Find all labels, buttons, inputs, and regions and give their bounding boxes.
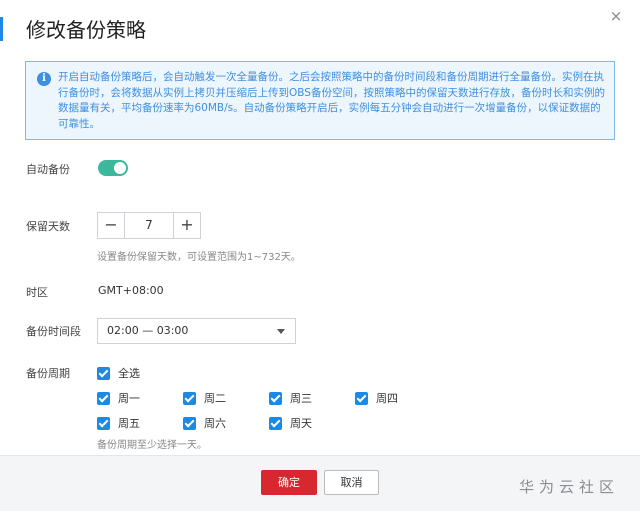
confirm-button[interactable]: 确定 [261, 470, 317, 495]
checkbox-tuesday[interactable]: 周二 [183, 390, 226, 406]
checkbox-select-all[interactable]: 全选 [97, 365, 140, 381]
checkbox-label: 周六 [204, 417, 226, 430]
increment-button[interactable]: + [173, 213, 200, 238]
checkbox-label: 周一 [118, 392, 140, 405]
auto-backup-toggle[interactable] [98, 160, 128, 176]
checkbox-friday[interactable]: 周五 [97, 415, 140, 431]
dialog-title: 修改备份策略 [26, 18, 146, 42]
checkbox-label: 全选 [118, 367, 140, 380]
timezone-value: GMT+08:00 [98, 284, 164, 297]
checkbox-label: 周二 [204, 392, 226, 405]
dialog-header: 修改备份策略 × [0, 0, 640, 56]
checkbox-label: 周三 [290, 392, 312, 405]
period-label: 备份周期 [26, 367, 70, 380]
toggle-knob [114, 162, 126, 174]
time-window-select[interactable]: 02:00 — 03:00 [97, 318, 296, 344]
time-window-value: 02:00 — 03:00 [107, 324, 189, 337]
checkbox-thursday[interactable]: 周四 [355, 390, 398, 406]
close-icon[interactable]: × [609, 7, 623, 25]
auto-backup-label: 自动备份 [26, 163, 70, 176]
info-notice: i 开启自动备份策略后，会自动触发一次全量备份。之后会按照策略中的备份时间段和备… [25, 61, 615, 140]
checkbox-saturday[interactable]: 周六 [183, 415, 226, 431]
retention-hint: 设置备份保留天数，可设置范围为1~732天。 [97, 252, 301, 263]
watermark: 华为云社区 [519, 478, 620, 496]
period-hint: 备份周期至少选择一天。 [97, 440, 207, 451]
checkbox-checked-icon [97, 416, 110, 430]
chevron-down-icon [277, 329, 285, 334]
checkbox-label: 周四 [376, 392, 398, 405]
time-window-label: 备份时间段 [26, 325, 81, 338]
checkbox-checked-icon [97, 366, 110, 380]
checkbox-checked-icon [355, 391, 368, 405]
checkbox-wednesday[interactable]: 周三 [269, 390, 312, 406]
info-icon: i [37, 72, 51, 86]
checkbox-sunday[interactable]: 周天 [269, 415, 312, 431]
retention-label: 保留天数 [26, 220, 70, 233]
cancel-button[interactable]: 取消 [324, 470, 379, 495]
checkbox-checked-icon [183, 391, 196, 405]
info-text: 开启自动备份策略后，会自动触发一次全量备份。之后会按照策略中的备份时间段和备份周… [58, 71, 605, 130]
checkbox-checked-icon [183, 416, 196, 430]
checkbox-checked-icon [269, 416, 282, 430]
checkbox-monday[interactable]: 周一 [97, 390, 140, 406]
checkbox-checked-icon [269, 391, 282, 405]
retention-input[interactable]: 7 [125, 213, 173, 238]
checkbox-checked-icon [97, 391, 110, 405]
checkbox-label: 周天 [290, 417, 312, 430]
title-accent-bar [0, 17, 3, 41]
timezone-label: 时区 [26, 286, 48, 299]
decrement-button[interactable]: − [98, 213, 125, 238]
retention-stepper: − 7 + [97, 212, 201, 239]
checkbox-label: 周五 [118, 417, 140, 430]
